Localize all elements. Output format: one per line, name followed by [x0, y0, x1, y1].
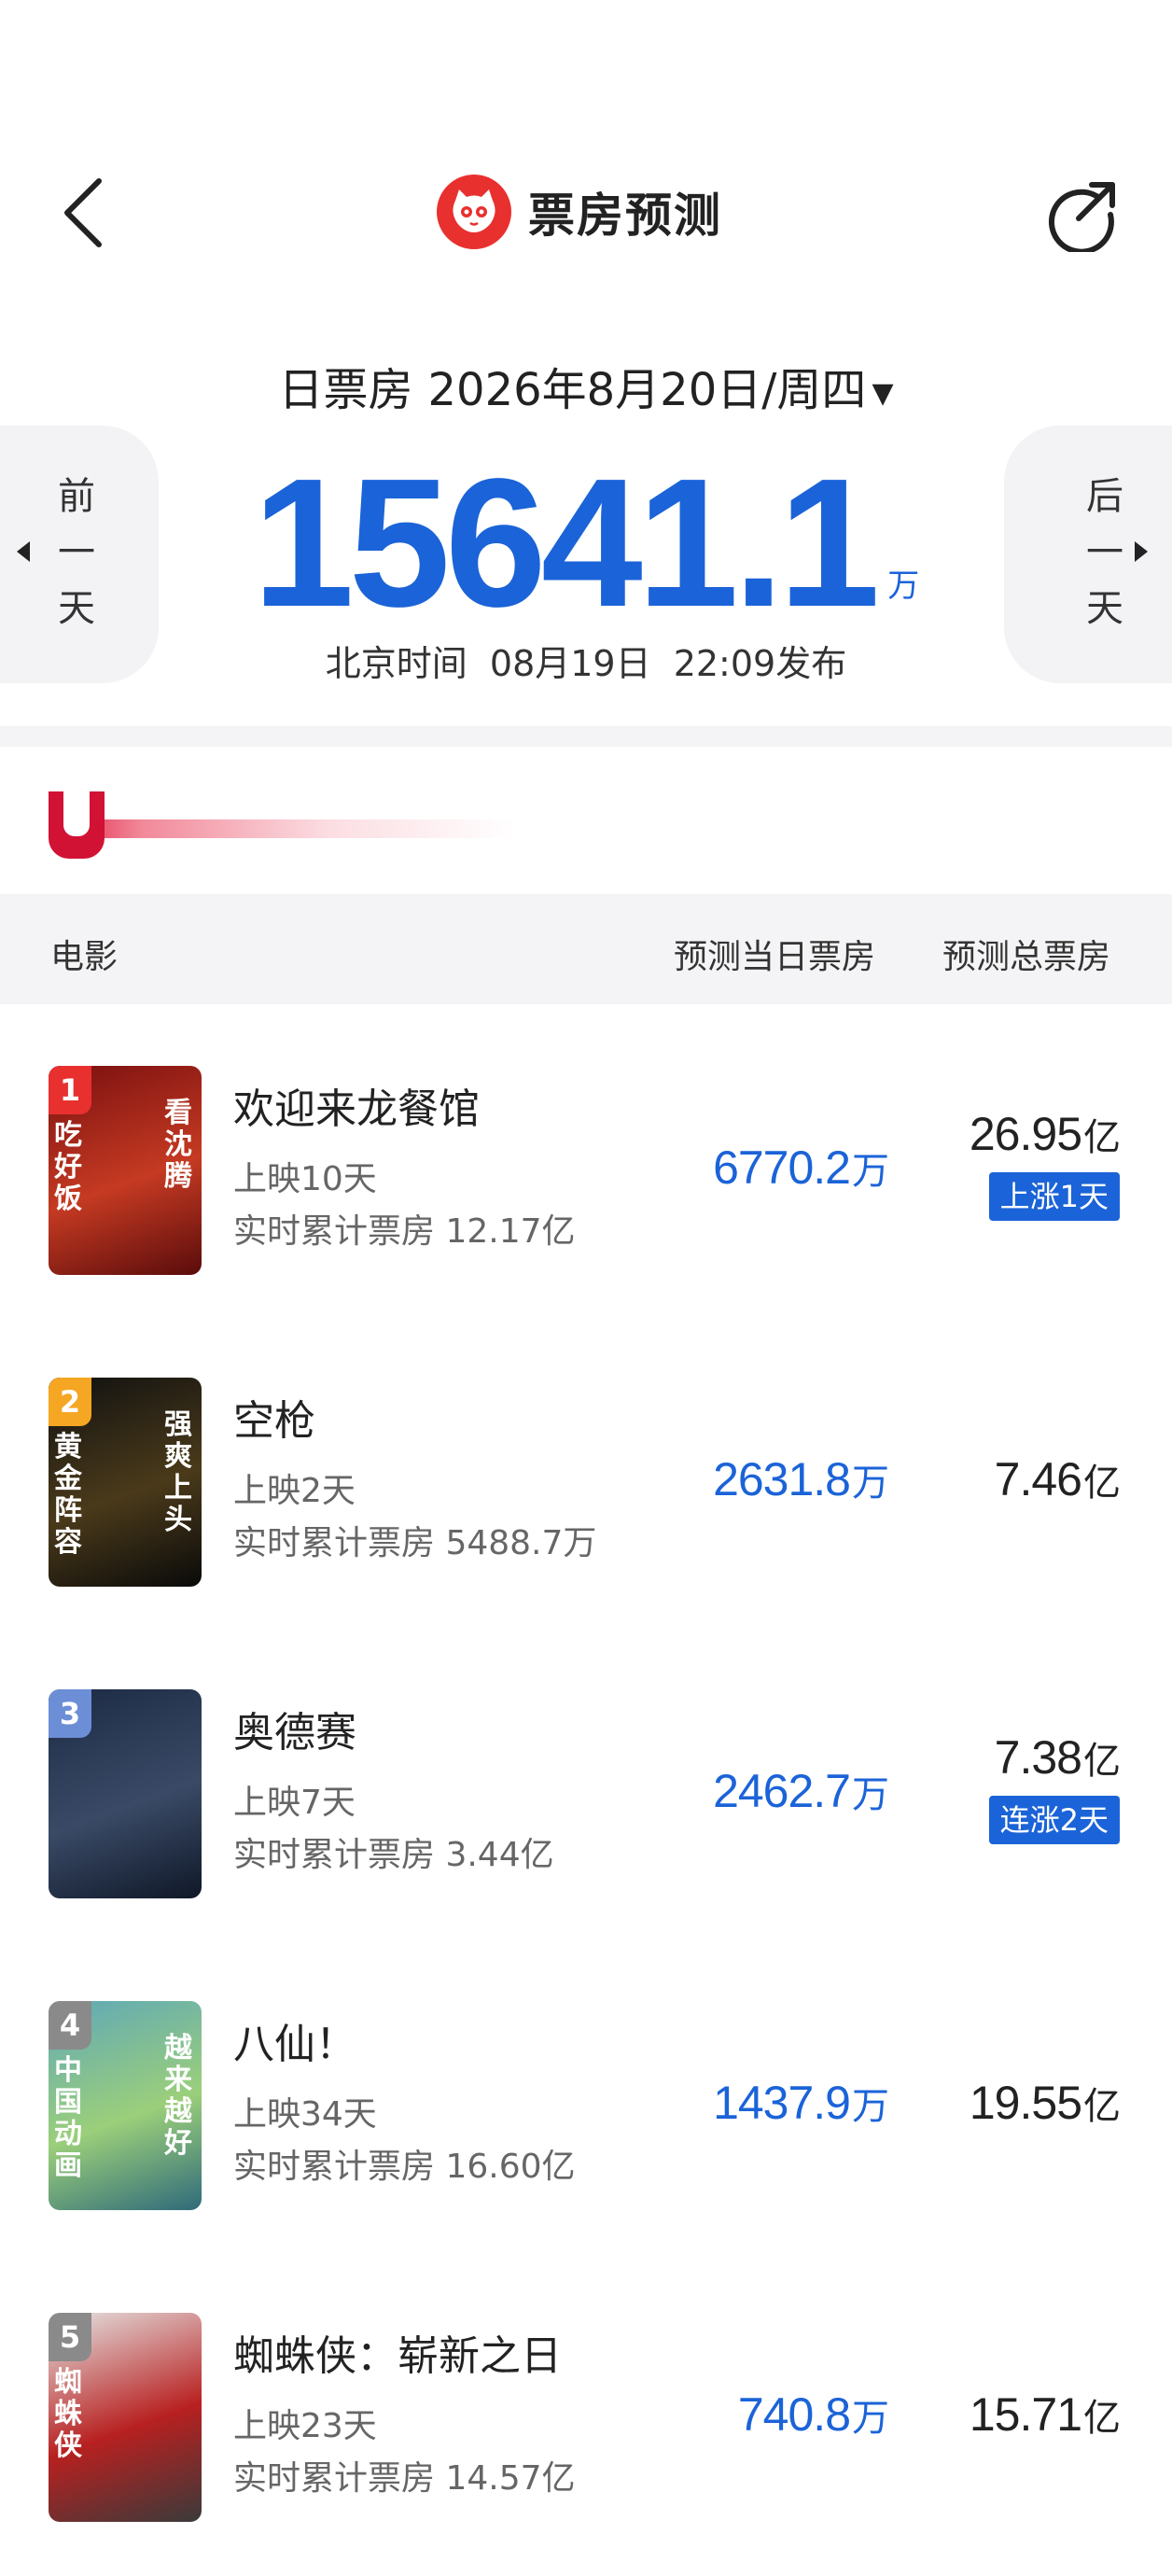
- predicted-total-box-office: 15.71亿: [969, 2387, 1121, 2442]
- loading-icon: [49, 791, 105, 859]
- total-box-office-unit: 亿: [1083, 2398, 1121, 2439]
- predicted-day-box-office: 6770.2万: [713, 1141, 889, 1195]
- title-group: 票房预测: [437, 174, 722, 250]
- total-box-office-value: 15.71: [969, 2388, 1082, 2441]
- poster-caption-left: 黄金阵容: [54, 1431, 82, 1559]
- poster-caption-left: 中国动画: [54, 2054, 82, 2182]
- movie-row[interactable]: 3 奥德赛上映7天实时累计票房 3.44亿 2462.7万 7.38亿连涨2天: [0, 1689, 1172, 1923]
- cumulative-box-office: 实时累计票房 5488.7万: [233, 1524, 597, 1562]
- rank-badge: 3: [49, 1689, 91, 1738]
- total-box-office-value: 26.95: [969, 1108, 1082, 1160]
- movie-row[interactable]: 4 中国动画 越来越好 八仙！ 上映34天实时累计票房 16.60亿 1437.9万 19.…: [0, 2001, 1172, 2234]
- trend-badge: 连涨2天: [988, 1796, 1120, 1844]
- cumulative-box-office: 实时累计票房 12.17亿: [233, 1212, 576, 1251]
- movie-poster: 1 吃好饭 看沈腾: [49, 1066, 202, 1275]
- column-movie: 电影: [50, 938, 119, 976]
- predicted-total-box-office: 19.55亿: [969, 2076, 1121, 2130]
- release-days: 上映10天: [233, 1160, 377, 1198]
- daily-total-unit: 万: [887, 567, 920, 605]
- back-button[interactable]: [58, 175, 110, 250]
- total-box-office-unit: 亿: [1083, 1463, 1121, 1504]
- poster-caption-left: 吃好饭: [54, 1119, 82, 1215]
- release-days: 上映34天: [233, 2095, 377, 2134]
- day-box-office-unit: 万: [852, 1774, 889, 1815]
- movie-title: 奥德赛: [233, 1709, 356, 1757]
- share-button[interactable]: [1045, 177, 1120, 255]
- day-box-office-unit: 万: [852, 1151, 889, 1192]
- predicted-total-box-office: 7.38亿: [994, 1730, 1121, 1785]
- daily-total: 15641.1 万: [0, 450, 1172, 637]
- release-days: 上映23天: [233, 2407, 377, 2445]
- cumulative-box-office: 实时累计票房 14.57亿: [233, 2459, 576, 2498]
- movie-poster: 3: [49, 1689, 202, 1898]
- predicted-day-box-office: 2462.7万: [713, 1764, 889, 1818]
- rank-badge: 5: [49, 2313, 91, 2361]
- day-box-office-value: 2462.7: [713, 1765, 851, 1817]
- release-days: 上映7天: [233, 1784, 356, 1822]
- rank-badge: 2: [49, 1378, 91, 1426]
- predicted-total-box-office: 26.95亿: [969, 1107, 1121, 1161]
- predicted-day-box-office: 2631.8万: [713, 1452, 889, 1506]
- movie-row[interactable]: 2 黄金阵容 强爽上头 空枪上映2天实时累计票房 5488.7万 2631.8万 7.46…: [0, 1378, 1172, 1611]
- day-box-office-value: 2631.8: [713, 1453, 851, 1505]
- poster-caption-right: 强爽上头: [164, 1408, 192, 1536]
- movie-row[interactable]: 5 蜘蛛侠 蜘蛛侠：崭新之日上映23天实时累计票房 14.57亿 740.8万 15.7…: [0, 2313, 1172, 2546]
- day-box-office-value: 740.8: [737, 2388, 851, 2441]
- publish-time: 北京时间 08月19日 22:09发布: [0, 635, 1172, 686]
- movie-poster: 4 中国动画 越来越好: [49, 2001, 202, 2210]
- date-label: 日票房: [278, 364, 413, 416]
- rank-badge: 4: [49, 2001, 91, 2050]
- cumulative-box-office: 实时累计票房 16.60亿: [233, 2148, 576, 2186]
- daily-total-value: 15641.1: [252, 441, 880, 645]
- date-value: 2026年8月20日/周四: [427, 364, 867, 416]
- maoyan-logo-icon: [437, 175, 511, 249]
- day-box-office-unit: 万: [852, 2398, 889, 2439]
- total-box-office-value: 7.38: [994, 1731, 1082, 1784]
- loading-bar: [49, 819, 515, 838]
- predicted-total-box-office: 7.46亿: [994, 1452, 1121, 1506]
- movie-title: 空枪: [233, 1397, 315, 1445]
- movie-title: 欢迎来龙餐馆: [233, 1085, 480, 1133]
- poster-caption-right: 看沈腾: [164, 1097, 192, 1193]
- day-box-office-unit: 万: [852, 1463, 889, 1504]
- movie-poster: 5 蜘蛛侠: [49, 2313, 202, 2522]
- total-box-office-unit: 亿: [1083, 2086, 1121, 2127]
- total-box-office-value: 19.55: [969, 2077, 1082, 2129]
- release-days: 上映2天: [233, 1472, 356, 1510]
- predicted-day-box-office: 740.8万: [737, 2387, 889, 2442]
- total-box-office-value: 7.46: [994, 1453, 1082, 1505]
- movie-poster: 2 黄金阵容 强爽上头: [49, 1378, 202, 1587]
- column-day-box-office[interactable]: 预测当日票房: [674, 930, 875, 978]
- column-total-box-office[interactable]: 预测总票房: [942, 930, 1110, 978]
- page-title: 票房预测: [528, 189, 722, 243]
- chevron-left-icon: [64, 178, 102, 247]
- caret-down-icon: ▼: [872, 376, 894, 410]
- poster-caption-right: 越来越好: [164, 2032, 192, 2160]
- total-box-office-unit: 亿: [1083, 1741, 1121, 1782]
- day-box-office-value: 6770.2: [713, 1141, 851, 1194]
- publish-time-value: 22:09发布: [673, 643, 847, 684]
- trend-badge: 上涨1天: [988, 1172, 1120, 1221]
- cumulative-box-office: 实时累计票房 3.44亿: [233, 1836, 554, 1874]
- poster-caption-left: 蜘蛛侠: [54, 2366, 82, 2462]
- table-header: 电影 预测当日票房 预测总票房: [0, 894, 1172, 1004]
- publish-date: 08月19日: [489, 643, 651, 684]
- movie-title: 蜘蛛侠：崭新之日: [233, 2332, 562, 2380]
- loading-indicator: [49, 791, 515, 861]
- share-icon: [1048, 182, 1115, 255]
- publish-prefix: 北京时间: [325, 643, 467, 684]
- date-selector[interactable]: 日票房 2026年8月20日/周四 ▼: [0, 353, 1172, 418]
- section-divider: [0, 726, 1172, 747]
- rank-badge: 1: [49, 1066, 91, 1114]
- total-box-office-unit: 亿: [1083, 1117, 1121, 1158]
- day-box-office-unit: 万: [852, 2086, 889, 2127]
- movie-title: 八仙！: [233, 2021, 356, 2068]
- predicted-day-box-office: 1437.9万: [713, 2076, 889, 2130]
- movie-row[interactable]: 1 吃好饭 看沈腾 欢迎来龙餐馆上映10天实时累计票房 12.17亿 6770.2万 26…: [0, 1066, 1172, 1299]
- day-box-office-value: 1437.9: [713, 2077, 851, 2129]
- top-bar: 票房预测: [0, 0, 1172, 308]
